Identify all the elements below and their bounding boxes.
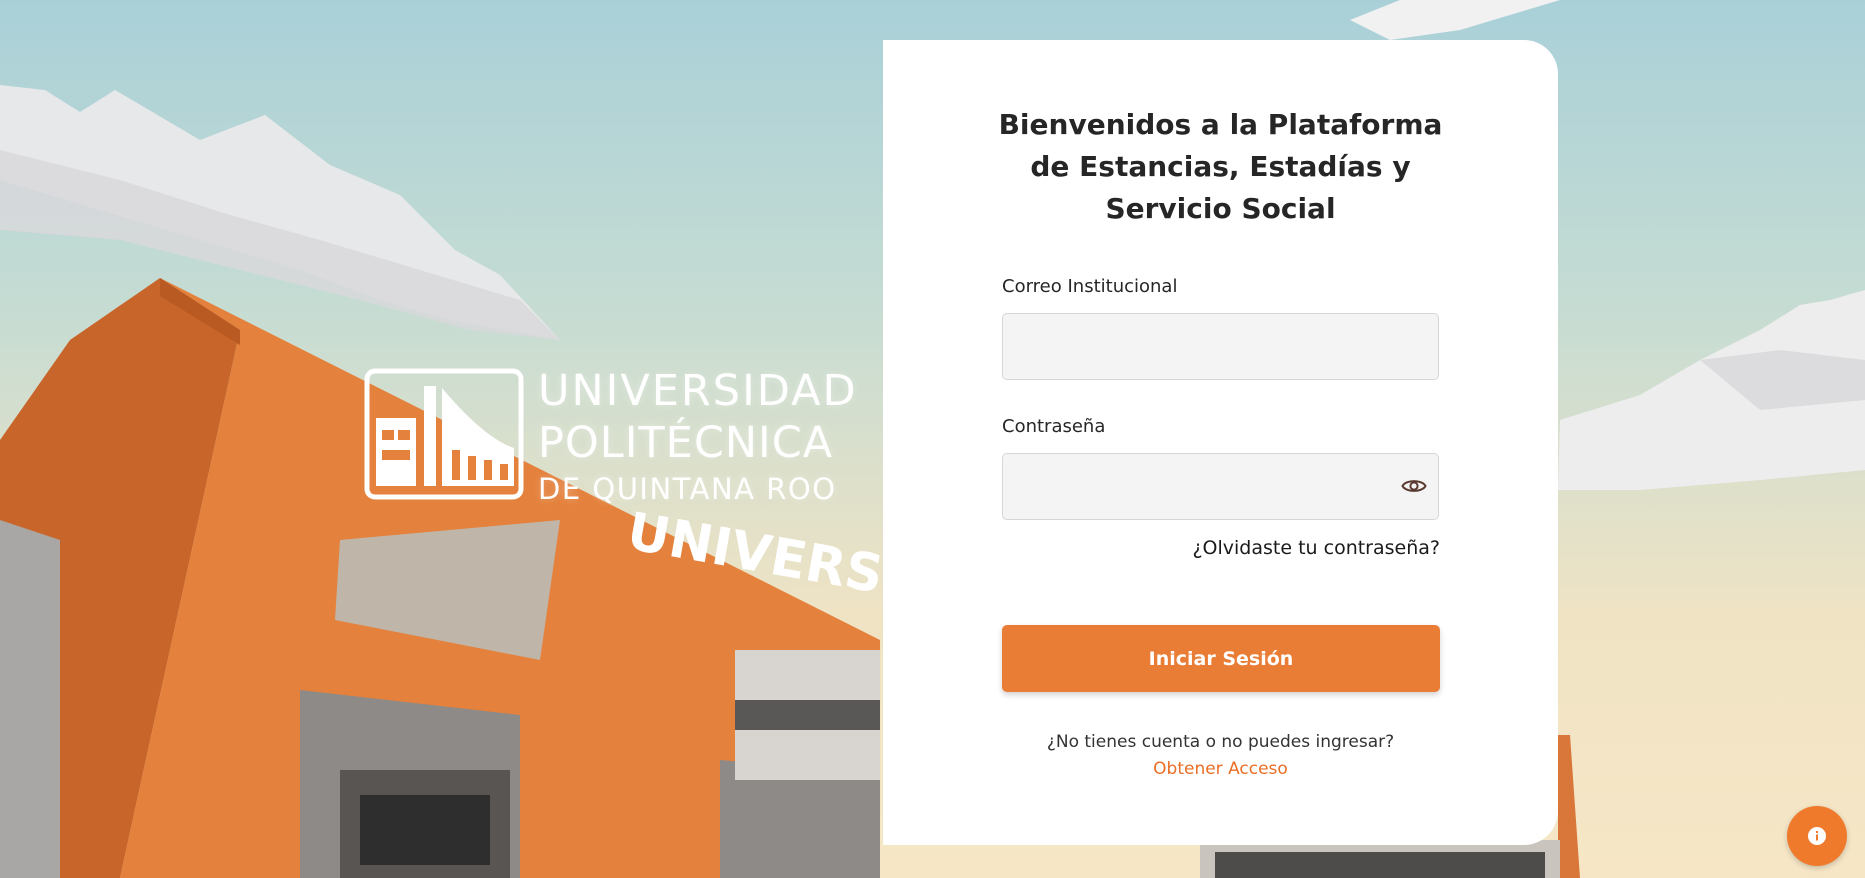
get-access-link[interactable]: Obtener Acceso: [883, 759, 1558, 779]
logo-line-2: POLITÉCNICA: [538, 418, 834, 468]
email-label: Correo Institucional: [1002, 276, 1178, 297]
email-field[interactable]: [1002, 313, 1439, 380]
login-card: Bienvenidos a la Plataforma de Estancias…: [883, 40, 1558, 845]
university-emblem-icon: [364, 368, 524, 500]
info-icon: [1808, 827, 1826, 845]
forgot-password-link[interactable]: ¿Olvidaste tu contraseña?: [1192, 537, 1440, 559]
login-page: UNIVERSIDAD UNIVERSIDAD POLITÉCNICA DE Q…: [0, 0, 1865, 878]
password-field[interactable]: [1002, 453, 1439, 520]
eye-icon: [1401, 480, 1427, 492]
toggle-password-visibility-button[interactable]: [1400, 473, 1428, 499]
login-button[interactable]: Iniciar Sesión: [1002, 625, 1440, 692]
info-button[interactable]: [1787, 806, 1847, 866]
university-logo: UNIVERSIDAD POLITÉCNICA DE QUINTANA ROO: [364, 364, 856, 506]
password-label: Contraseña: [1002, 416, 1106, 437]
no-account-text: ¿No tienes cuenta o no puedes ingresar?: [1046, 732, 1395, 752]
page-title: Bienvenidos a la Plataforma de Estancias…: [998, 108, 1443, 225]
logo-line-3: DE QUINTANA ROO: [538, 472, 837, 506]
logo-line-1: UNIVERSIDAD: [538, 366, 858, 416]
